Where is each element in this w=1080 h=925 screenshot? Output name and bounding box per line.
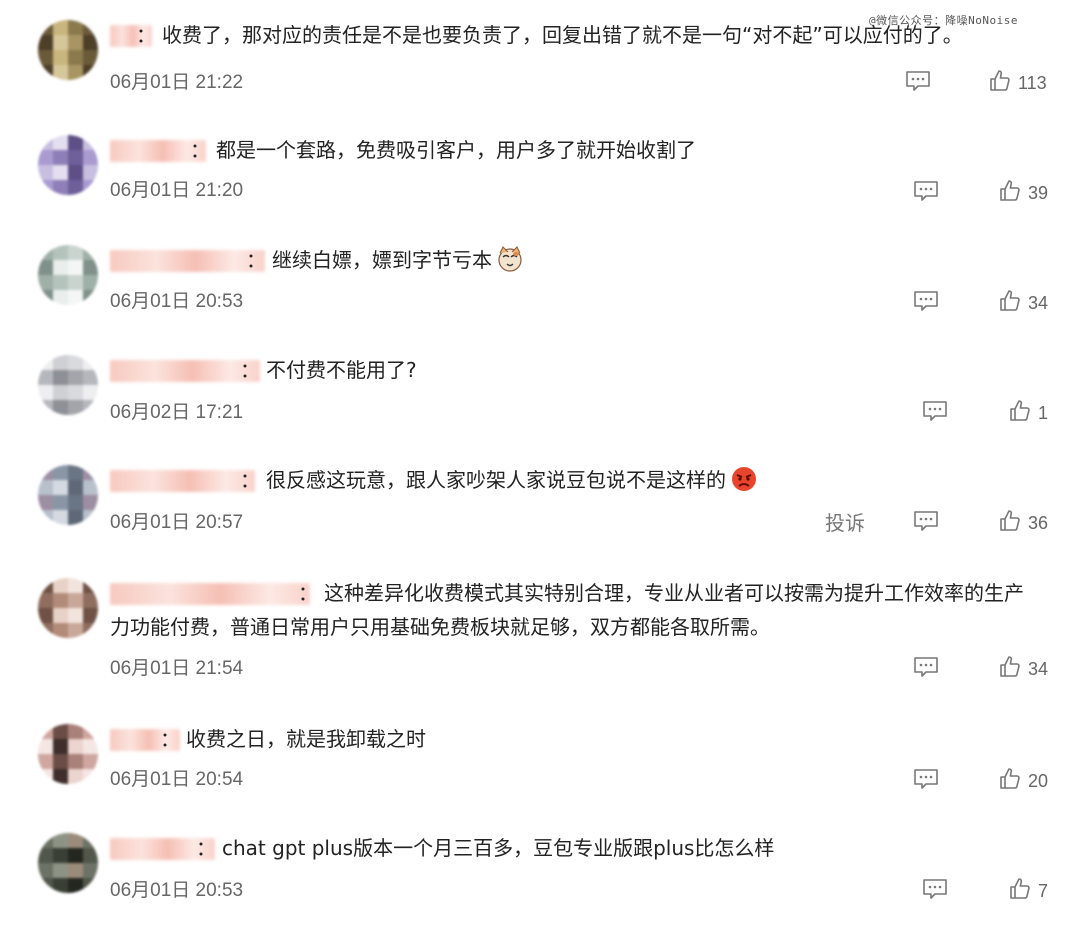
thumbs-up-icon [988, 69, 1012, 97]
username[interactable] [110, 583, 310, 605]
comment-icon[interactable] [913, 510, 939, 532]
avatar[interactable] [38, 245, 98, 305]
like-count: 36 [1028, 512, 1049, 533]
comment-icon[interactable] [913, 656, 939, 678]
comment-icon[interactable] [913, 768, 939, 790]
username[interactable] [110, 250, 265, 272]
timestamp: 06月01日 20:53 [110, 880, 244, 901]
like-button[interactable]: 113 [988, 69, 1047, 97]
thumbs-up-icon [998, 509, 1022, 537]
comment-text: ：都是一个套路，免费吸引客户，用户多了就开始收割了 [190, 138, 696, 162]
comment-text: ：继续白嫖，嫖到字节亏本 [246, 245, 524, 275]
like-count: 20 [1028, 770, 1049, 791]
avatar[interactable] [38, 465, 98, 525]
report-link[interactable]: 投诉 [825, 507, 865, 536]
comment-text-line2: 力功能付费，普通日常用户只用基础免费板块就足够，双方都能各取所需。 [110, 615, 770, 639]
cat-face-icon [496, 245, 524, 273]
comment-text: ：收费之日，就是我卸载之时 [160, 727, 426, 751]
comment-text: ： chat gpt plus版本一个月三百多，豆包专业版跟plus比怎么样 [196, 836, 775, 860]
comment-icon[interactable] [922, 400, 948, 422]
like-count: 1 [1038, 402, 1049, 423]
timestamp: 06月01日 20:57 [110, 512, 244, 533]
timestamp: 06月01日 21:22 [110, 72, 244, 93]
username[interactable] [110, 470, 255, 492]
avatar[interactable] [38, 724, 98, 784]
username[interactable] [110, 360, 260, 382]
like-count: 113 [1018, 72, 1047, 93]
avatar[interactable] [38, 578, 98, 638]
thumbs-up-icon [998, 179, 1022, 207]
like-button[interactable]: 1 [1008, 399, 1048, 427]
thumbs-up-icon [1008, 399, 1032, 427]
comment-icon[interactable] [913, 180, 939, 202]
thumbs-up-icon [1008, 877, 1032, 905]
like-button[interactable]: 36 [998, 509, 1048, 537]
avatar[interactable] [38, 20, 98, 80]
comment-text: ：很反感这玩意，跟人家吵架人家说豆包说不是这样的 [240, 465, 758, 495]
angry-face-icon [730, 465, 758, 493]
timestamp: 06月01日 21:54 [110, 658, 244, 679]
comment-text: ：这种差异化收费模式其实特别合理，专业从业者可以按需为提升工作效率的生产 [298, 581, 1024, 605]
timestamp: 06月01日 20:54 [110, 769, 244, 790]
like-count: 39 [1028, 182, 1049, 203]
avatar[interactable] [38, 833, 98, 893]
comment-text: ：收费了，那对应的责任是不是也要负责了，回复出错了就不是一句“对不起”可以应付的… [136, 23, 963, 47]
comment-icon[interactable] [905, 70, 931, 92]
like-button[interactable]: 39 [998, 179, 1048, 207]
avatar[interactable] [38, 135, 98, 195]
like-button[interactable]: 7 [1008, 877, 1048, 905]
thumbs-up-icon [998, 289, 1022, 317]
like-button[interactable]: 34 [998, 655, 1048, 683]
timestamp: 06月02日 17:21 [110, 402, 244, 423]
thumbs-up-icon [998, 767, 1022, 795]
like-count: 34 [1028, 658, 1049, 679]
comment-icon[interactable] [913, 290, 939, 312]
like-count: 34 [1028, 292, 1049, 313]
comment-text: ：不付费不能用了? [240, 358, 417, 382]
timestamp: 06月01日 20:53 [110, 291, 244, 312]
avatar[interactable] [38, 355, 98, 415]
thumbs-up-icon [998, 655, 1022, 683]
like-count: 7 [1038, 880, 1049, 901]
like-button[interactable]: 34 [998, 289, 1048, 317]
comment-icon[interactable] [922, 878, 948, 900]
timestamp: 06月01日 21:20 [110, 180, 244, 201]
like-button[interactable]: 20 [998, 767, 1048, 795]
